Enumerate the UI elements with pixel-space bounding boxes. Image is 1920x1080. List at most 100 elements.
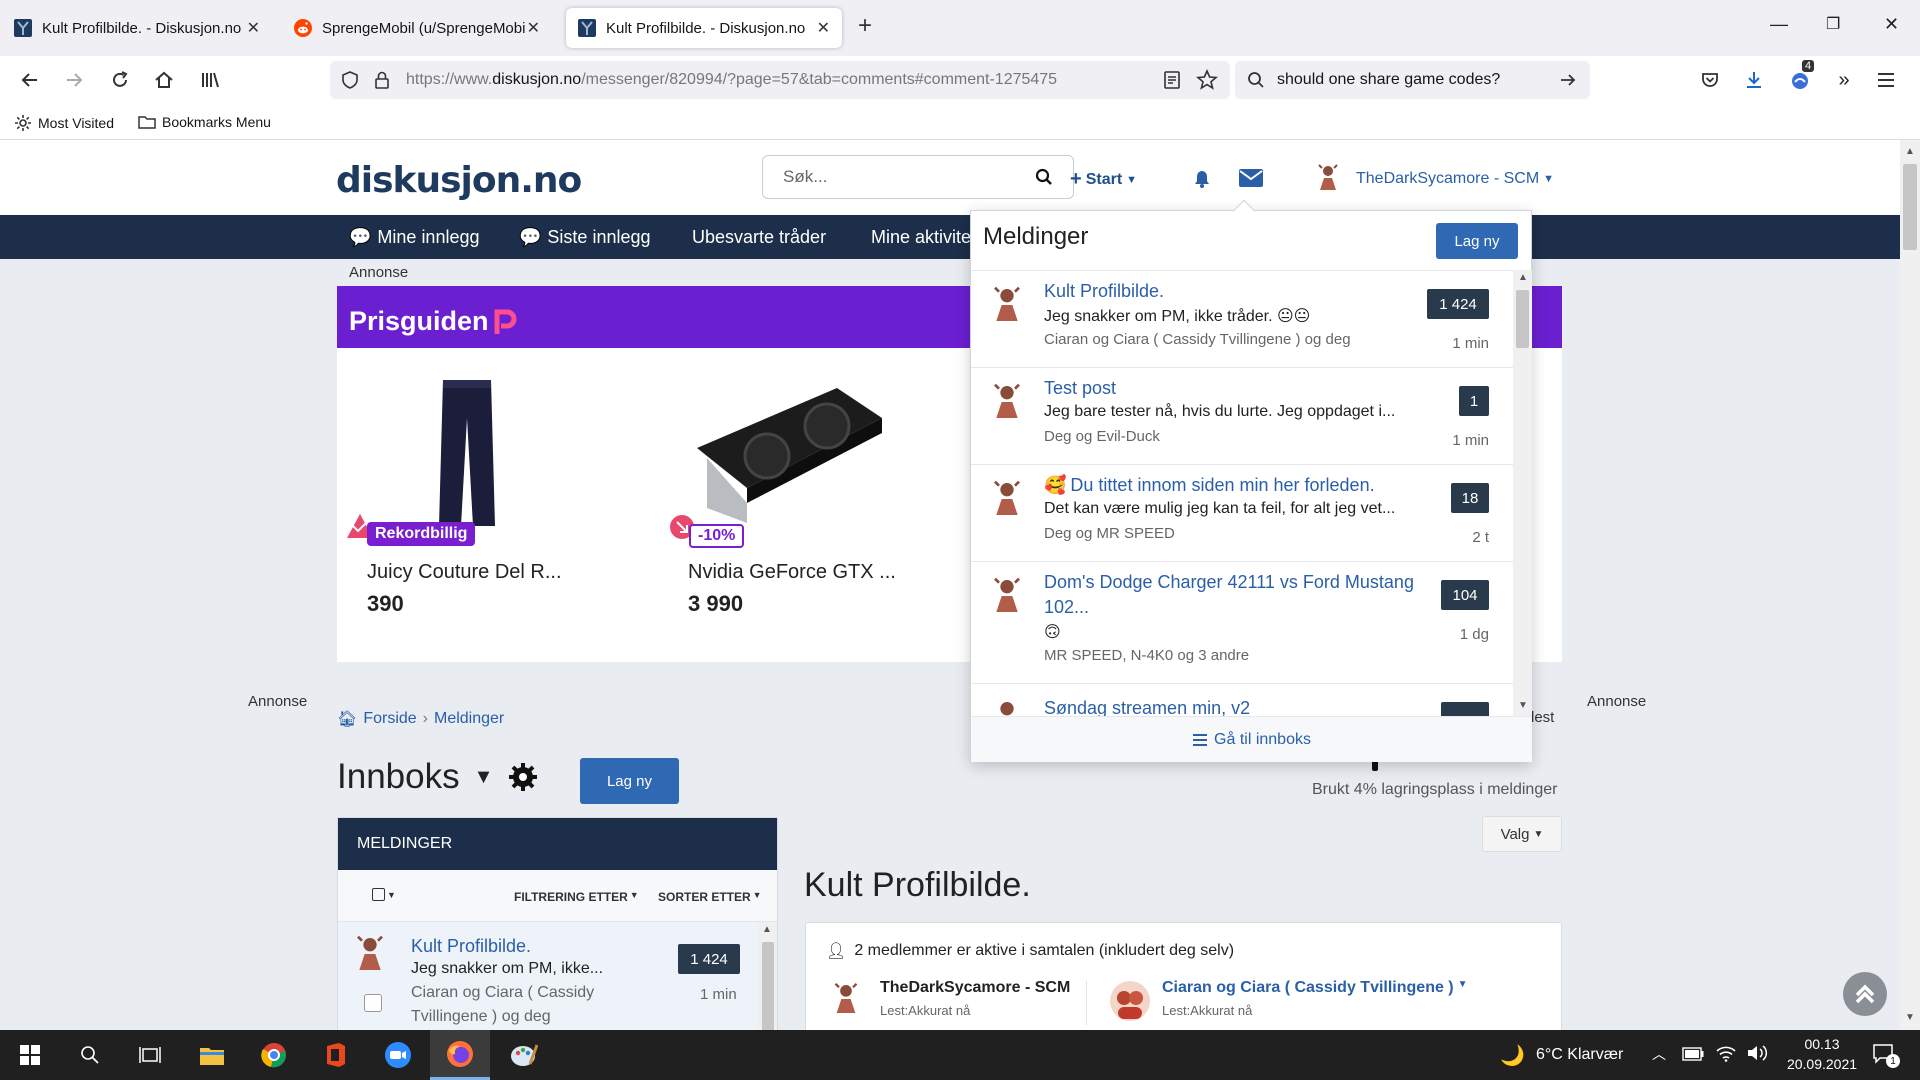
close-window-icon[interactable]: ✕ [1884, 14, 1899, 35]
overflow-chevrons-icon[interactable]: » [1830, 66, 1858, 94]
page-scrollbar[interactable]: ▲ ▼ [1900, 140, 1920, 1030]
user-menu-button[interactable]: TheDarkSycamore - SCM ▼ [1356, 170, 1554, 188]
dropdown-message-item[interactable]: 🥰 Du tittet innom siden min her forleden… [971, 465, 1513, 562]
dropdown-message-item[interactable]: Søndag streamen min, v2 [971, 684, 1513, 716]
volume-icon[interactable] [1746, 1044, 1768, 1062]
scroll-to-top-button[interactable] [1843, 972, 1887, 1016]
shield-icon[interactable] [340, 70, 360, 90]
breadcrumb-home[interactable]: Forside [363, 710, 416, 728]
product-name[interactable]: Nvidia GeForce GTX ... [688, 561, 896, 584]
bookmarks-menu[interactable]: Bookmarks Menu [138, 114, 271, 130]
dropdown-message-item[interactable]: Test post Jeg bare tester nå, hvis du lu… [971, 368, 1513, 465]
start-menu-button[interactable]: + Start ▼ [1070, 168, 1137, 191]
chrome-icon[interactable] [244, 1030, 304, 1080]
reader-view-icon[interactable] [1162, 70, 1182, 90]
site-logo[interactable]: diskusjon.no [336, 160, 582, 201]
firefox-icon[interactable] [430, 1030, 490, 1080]
notification-center-icon[interactable]: 1 [1872, 1042, 1900, 1068]
mark-read-link[interactable]: lest [1531, 709, 1554, 726]
url-bar[interactable]: https://www. diskusjon.no/messenger/82099… [330, 61, 1230, 99]
message-title-cont[interactable]: 102... [1044, 597, 1089, 618]
nav-siste-innlegg[interactable]: 💬 Siste innlegg [519, 227, 651, 248]
dropdown-message-item[interactable]: Dom's Dodge Charger 42111 vs Ford Mustan… [971, 562, 1513, 684]
filter-dropdown[interactable]: FILTRERING ETTER ▼ [514, 890, 639, 904]
message-list-item[interactable]: Kult Profilbilde. Jeg snakker om PM, ikk… [338, 922, 758, 1039]
nav-mine-aktiviteter[interactable]: Mine aktivite [871, 227, 971, 248]
extension-icon[interactable]: 4 [1786, 60, 1815, 94]
most-visited-bookmark[interactable]: Most Visited [14, 114, 114, 132]
scroll-up-icon[interactable]: ▲ [1518, 272, 1528, 283]
nav-ubesvarte-trader[interactable]: Ubesvarte tråder [692, 227, 826, 248]
zoom-icon[interactable] [368, 1030, 428, 1080]
wifi-icon[interactable] [1716, 1044, 1736, 1062]
caret-down-icon[interactable]: ▼ [474, 766, 494, 789]
restore-icon[interactable]: ❐ [1826, 14, 1840, 34]
scroll-down-icon[interactable]: ▼ [1905, 1012, 1915, 1023]
library-icon[interactable] [196, 66, 224, 94]
notifications-bell-icon[interactable] [1190, 166, 1214, 190]
scroll-thumb[interactable] [762, 942, 774, 1039]
forward-arrow-icon[interactable] [60, 66, 88, 94]
home-icon[interactable] [150, 66, 178, 94]
show-hidden-icons-icon[interactable]: ︿ [1652, 1044, 1666, 1064]
reload-icon[interactable] [106, 66, 134, 94]
product-name[interactable]: Juicy Couture Del R... [367, 561, 562, 584]
clock-time[interactable]: 00.13 [1792, 1036, 1852, 1052]
scroll-thumb[interactable] [1516, 290, 1529, 348]
close-tab-icon[interactable]: ✕ [817, 18, 830, 38]
scroll-down-icon[interactable]: ▼ [1518, 700, 1528, 711]
user-avatar[interactable] [1316, 164, 1340, 192]
dropdown-new-button[interactable]: Lag ny [1436, 223, 1518, 259]
dropdown-message-item[interactable]: Kult Profilbilde. Jeg snakker om PM, ikk… [971, 271, 1513, 368]
search-bar[interactable]: should one share game codes? [1235, 61, 1590, 99]
breadcrumb-current[interactable]: Meldinger [434, 710, 504, 728]
panel-scrollbar[interactable]: ▲ [758, 922, 777, 1039]
sort-dropdown[interactable]: SORTER ETTER ▼ [658, 890, 762, 904]
pants-product-image[interactable] [437, 378, 497, 528]
member-name[interactable]: TheDarkSycamore - SCM [880, 979, 1070, 997]
settings-gear-icon[interactable] [507, 761, 539, 793]
message-title[interactable]: Kult Profilbilde. [1044, 281, 1164, 302]
weather-moon-icon[interactable]: 🌙 [1500, 1043, 1525, 1068]
close-tab-icon[interactable]: ✕ [527, 18, 540, 38]
message-title[interactable]: Dom's Dodge Charger 42111 vs Ford Mustan… [1044, 572, 1414, 593]
message-title[interactable]: Test post [1044, 378, 1116, 399]
weather-text[interactable]: 6°C Klarvær [1536, 1046, 1623, 1064]
member-name-link[interactable]: Ciaran og Ciara ( Cassidy Tvillingene ) ▼ [1162, 979, 1468, 997]
go-to-inbox-link[interactable]: Gå til innboks [971, 716, 1532, 762]
task-view-icon[interactable] [120, 1030, 180, 1080]
windows-start-icon[interactable] [0, 1030, 60, 1080]
back-arrow-icon[interactable] [16, 66, 44, 94]
message-title[interactable]: Søndag streamen min, v2 [1044, 698, 1250, 716]
battery-icon[interactable] [1682, 1047, 1704, 1061]
message-title[interactable]: Kult Profilbilde. [411, 936, 531, 957]
scroll-up-icon[interactable]: ▲ [762, 924, 772, 935]
paint-icon[interactable] [494, 1030, 554, 1080]
minimize-icon[interactable]: — [1770, 14, 1788, 35]
nav-mine-innlegg[interactable]: 💬 Mine innlegg [349, 227, 480, 248]
download-icon[interactable] [1740, 66, 1768, 94]
bookmark-star-icon[interactable] [1196, 69, 1218, 91]
go-arrow-icon[interactable] [1558, 70, 1578, 90]
options-dropdown[interactable]: Valg ▼ [1482, 816, 1562, 852]
dropdown-scrollbar[interactable]: ▲ ▼ [1513, 270, 1532, 716]
taskbar-search-icon[interactable] [60, 1030, 120, 1080]
message-checkbox[interactable] [364, 994, 382, 1012]
message-title-row[interactable]: 🥰 Du tittet innom siden min her forleden… [1044, 475, 1375, 496]
clock-date[interactable]: 20.09.2021 [1776, 1056, 1868, 1072]
hamburger-menu-icon[interactable] [1872, 66, 1900, 94]
tab-diskusjon-active[interactable]: Kult Profilbilde. - Diskusjon.no ✕ [566, 8, 842, 48]
file-explorer-icon[interactable] [182, 1030, 242, 1080]
select-all-checkbox[interactable]: ▼ [372, 888, 396, 901]
office-icon[interactable] [306, 1030, 366, 1080]
pocket-icon[interactable] [1696, 66, 1724, 94]
lock-icon[interactable] [374, 70, 390, 90]
site-search-input[interactable]: Søk... [762, 155, 1074, 199]
scroll-up-icon[interactable]: ▲ [1905, 146, 1915, 157]
search-icon[interactable] [1035, 168, 1053, 186]
scroll-thumb[interactable] [1903, 164, 1917, 250]
tab-reddit[interactable]: SprengeMobil (u/SprengeMobi ✕ [282, 8, 552, 48]
new-message-button[interactable]: Lag ny [580, 758, 679, 804]
close-tab-icon[interactable]: ✕ [247, 18, 260, 38]
messages-envelope-icon[interactable] [1238, 168, 1264, 188]
